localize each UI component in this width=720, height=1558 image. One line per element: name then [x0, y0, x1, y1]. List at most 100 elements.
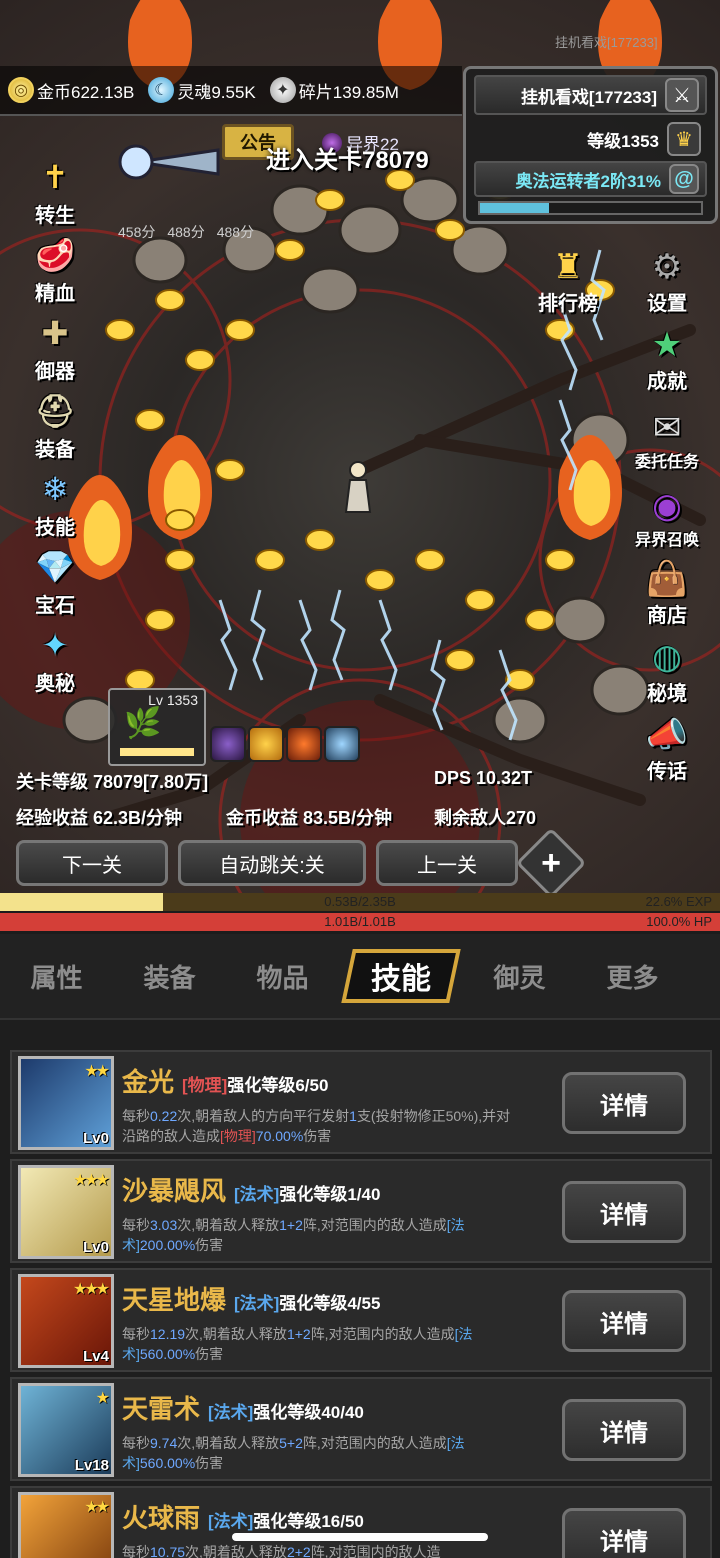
detail-button[interactable]: 详情 [562, 1399, 686, 1461]
tab-spirits[interactable]: 御灵 [463, 958, 576, 995]
menu-label: 精血 [35, 283, 75, 305]
skill-tag: [法术] [234, 1185, 280, 1204]
menu-label: 转生 [35, 205, 75, 227]
skill-enhance: [法术]强化等级4/55 [234, 1289, 380, 1314]
skill-enhance-text: 强化等级1/40 [279, 1185, 381, 1204]
skill-description: 每秒0.22次,朝着敌人的方向平行发射1支(投射物修正50%),并对沿路的敌人造… [122, 1108, 511, 1144]
skill-stars: ★★★ [72, 1281, 110, 1298]
skill-tag: [法术] [234, 1294, 280, 1313]
arcane-progress-bar [478, 201, 703, 215]
menu-settings[interactable]: ⚙ 设置 [618, 238, 716, 316]
damage-scores: 458分 488分 488分 [118, 222, 254, 242]
menu-equipment[interactable]: ⛑ 装备 [14, 384, 96, 462]
auto-skip-toggle[interactable]: 自动跳关:关 [178, 840, 366, 886]
pet-hp-bar [120, 748, 194, 756]
fragment-value: 碎片139.85M [298, 82, 399, 102]
player-level-row: 等级1353 ♛ [474, 119, 707, 159]
menu-label: 技能 [35, 517, 75, 539]
battlefield: 挂机看戏[177233] ◎ 金币622.13B ☾ 灵魂9.55K ✦ 碎片1… [0, 0, 720, 893]
home-indicator[interactable] [232, 1533, 488, 1541]
menu-shop[interactable]: 👜 商店 [618, 550, 716, 628]
menu-label: 异界召唤 [634, 532, 699, 549]
skill-description: 每秒3.03次,朝着敌人释放1+2阵,对范围内的敌人造成[法术]200.00%伤… [122, 1217, 465, 1253]
menu-secret-realm[interactable]: ◍ 秘境 [618, 628, 716, 706]
skill-enhance: [物理]强化等级6/50 [182, 1071, 328, 1096]
score-2: 488分 [167, 224, 205, 240]
spiral-icon: @ [669, 164, 699, 194]
skill-card: ★★ 火球雨 [法术]强化等级16/50 每秒10.75次,朝着敌人释放2+2阵… [10, 1486, 712, 1558]
exp-income: 经验收益 62.3B/分钟 [16, 808, 183, 828]
arcane-progress-fill [480, 203, 549, 213]
bag-icon: 👜 [645, 560, 689, 598]
tab-attributes[interactable]: 属性 [0, 958, 113, 995]
enemies-left: 剩余敌人270 [434, 808, 537, 828]
gem-icon: 💎 [35, 549, 75, 585]
arcane-row[interactable]: 奥法运转者2阶31% @ [474, 161, 707, 197]
megaphone-icon: 📣 [645, 716, 689, 754]
ranking-button[interactable]: ♜ 排行榜 [530, 238, 606, 316]
menu-skills[interactable]: ❄ 技能 [14, 462, 96, 540]
player-character [344, 461, 372, 513]
skill-level: Lv18 [74, 1457, 109, 1474]
menu-broadcast[interactable]: 📣 传话 [618, 706, 716, 784]
detail-button[interactable]: 详情 [562, 1181, 686, 1243]
fragment-counter: ✦ 碎片139.85M [269, 77, 399, 103]
menu-rebirth[interactable]: ✝ 转生 [14, 150, 96, 228]
skill-name: 火球雨 [122, 1503, 201, 1533]
skill-name: 沙暴飓风 [122, 1176, 227, 1206]
plus-icon: + [541, 843, 561, 882]
ranking-label: 排行榜 [538, 293, 598, 315]
menu-quests[interactable]: ✉ 委托任务 [618, 394, 716, 472]
pet-panel[interactable]: Lv 1353 🌿 [108, 688, 206, 766]
skill-tag: [物理] [182, 1076, 228, 1095]
tab-items[interactable]: 物品 [226, 958, 339, 995]
detail-button[interactable]: 详情 [562, 1072, 686, 1134]
arcane-status: 奥法运转者2阶31% [515, 171, 661, 191]
bottom-tabs: 属性 装备 物品 技能 御灵 更多 [0, 934, 720, 1020]
skill-description: 每秒10.75次,朝着敌人释放2+2阵,对范围内的敌人造 [122, 1544, 441, 1558]
gold-income: 金币收益 83.5B/分钟 [226, 808, 393, 828]
menu-achievements[interactable]: ★ 成就 [618, 316, 716, 394]
soul-icon: ☾ [148, 77, 175, 103]
menu-label: 装备 [35, 439, 75, 461]
soul-value: 灵魂9.55K [177, 82, 256, 102]
plant-pet-icon: 🌿 [124, 707, 162, 740]
menu-summon[interactable]: ◉ 异界召唤 [618, 472, 716, 550]
menu-label: 商店 [647, 605, 687, 627]
skill-stars: ★★ [84, 1499, 110, 1516]
menu-label: 传话 [647, 761, 687, 783]
gold-counter: ◎ 金币622.13B [8, 77, 134, 103]
dps-value: DPS 10.32T [434, 768, 533, 788]
skill-title: 天星地爆 [法术]强化等级4/55 [122, 1280, 380, 1317]
menu-blood[interactable]: 🥩 精血 [14, 228, 96, 306]
skill-enhance-text: 强化等级16/50 [253, 1512, 364, 1531]
crown-icon: ♛ [667, 122, 701, 156]
skill-title: 沙暴飓风 [法术]强化等级1/40 [122, 1171, 380, 1208]
prev-stage-button[interactable]: 上一关 [376, 840, 518, 886]
skill-list[interactable]: ★★ Lv0 金光 [物理]强化等级6/50 每秒0.22次,朝着敌人的方向平行… [0, 1020, 720, 1558]
skill-card: ★★★ Lv0 沙暴飓风 [法术]强化等级1/40 每秒3.03次,朝着敌人释放… [10, 1159, 712, 1263]
next-stage-button[interactable]: 下一关 [16, 840, 168, 886]
gold-coin-icon: ◎ [8, 77, 34, 103]
void-skill-icon [210, 726, 246, 762]
detail-button[interactable]: 详情 [562, 1508, 686, 1558]
skill-name: 金光 [122, 1067, 175, 1097]
skill-enhance-text: 强化等级6/50 [227, 1076, 329, 1095]
detail-button[interactable]: 详情 [562, 1290, 686, 1352]
tab-skills[interactable]: 技能 [341, 945, 461, 1007]
resource-bar: ◎ 金币622.13B ☾ 灵魂9.55K ✦ 碎片139.85M [0, 66, 462, 116]
score-1: 458分 [118, 224, 156, 240]
menu-mystery[interactable]: ✦ 奥秘 [14, 618, 96, 696]
menu-gems[interactable]: 💎 宝石 [14, 540, 96, 618]
star-icon: ★ [651, 326, 683, 364]
skill-card: ★ Lv18 天雷术 [法术]强化等级40/40 每秒9.74次,朝着敌人释放5… [10, 1377, 712, 1481]
skill-title: 火球雨 [法术]强化等级16/50 [122, 1498, 364, 1535]
menu-artifact[interactable]: ✚ 御器 [14, 306, 96, 384]
tab-equipment[interactable]: 装备 [113, 958, 226, 995]
crossed-swords-icon[interactable]: ⚔ [665, 78, 699, 112]
player-level: 等级1353 [587, 131, 659, 151]
cross-icon: ✝ [41, 159, 69, 195]
tab-more[interactable]: 更多 [576, 958, 689, 995]
idle-watch-row[interactable]: 挂机看戏[177233] ⚔ [474, 75, 707, 115]
fireball-rain-icon: ★★ [18, 1492, 114, 1558]
